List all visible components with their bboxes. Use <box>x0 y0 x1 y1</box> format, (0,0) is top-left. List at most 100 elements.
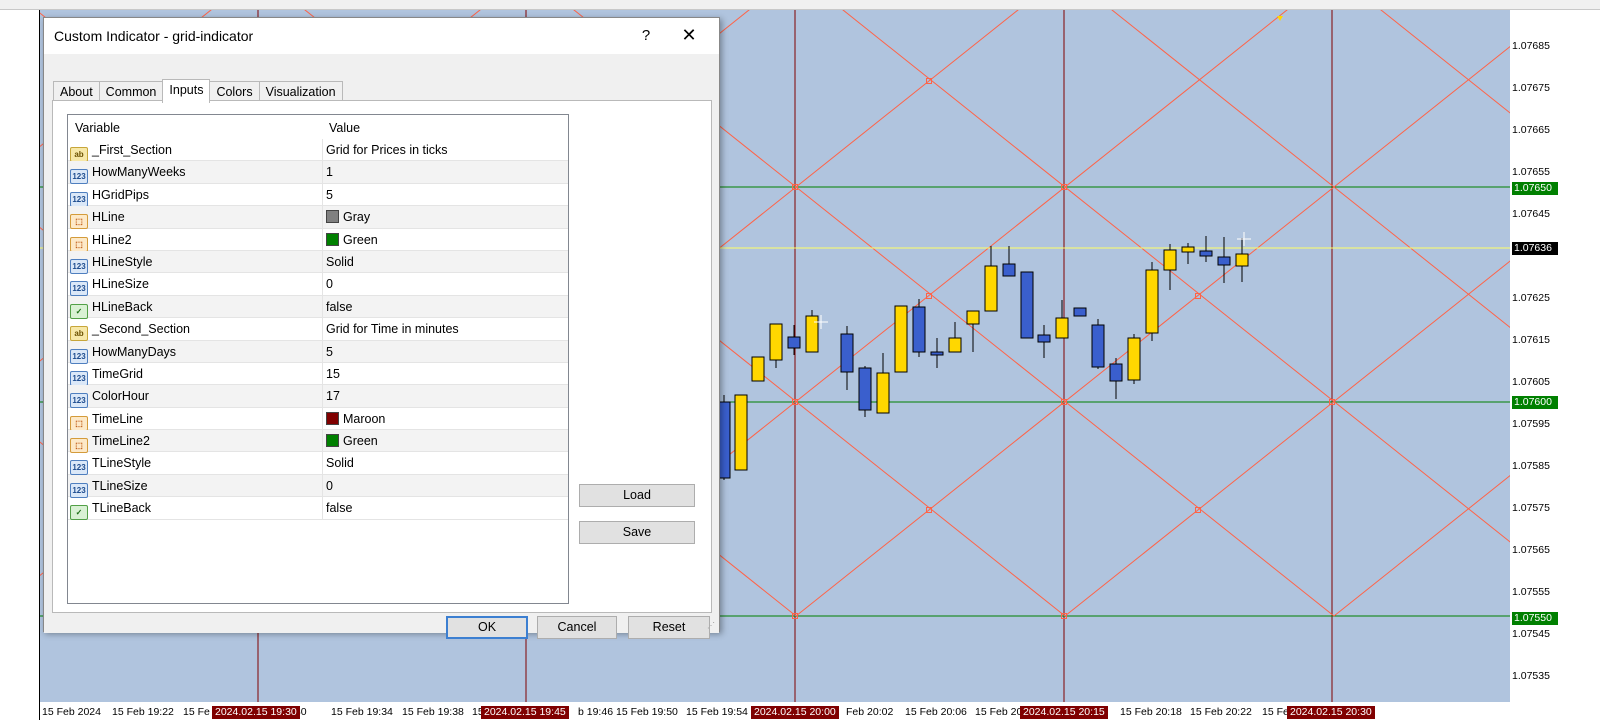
value-cell[interactable]: false <box>326 497 566 519</box>
help-button[interactable]: ? <box>634 24 658 48</box>
value-cell[interactable]: 5 <box>326 341 566 363</box>
time-label: Feb 20:02 <box>846 706 894 718</box>
dialog-titlebar[interactable]: Custom Indicator - grid-indicator ? ✕ <box>44 18 719 54</box>
table-row[interactable]: ⬚ HLine Gray <box>68 206 568 230</box>
time-tag: 2024.02.15 20:30 <box>1287 706 1375 719</box>
value-cell[interactable]: Grid for Prices in ticks <box>326 139 566 161</box>
integer-type-icon: 123 <box>70 258 88 274</box>
table-row[interactable]: ab _Second_Section Grid for Time in minute… <box>68 318 568 342</box>
variable-cell: 123 ColorHour <box>70 385 320 409</box>
table-row[interactable]: ⬚ HLine2 Green <box>68 228 568 252</box>
candle-up <box>1235 253 1249 267</box>
variable-cell: 123 TimeGrid <box>70 363 320 386</box>
value-cell[interactable]: Grid for Time in minutes <box>326 318 566 340</box>
price-label: 1.07575 <box>1512 502 1550 514</box>
table-row[interactable]: ⬚ TimeLine Maroon <box>68 407 568 431</box>
value-cell[interactable]: false <box>326 296 566 318</box>
value-cell[interactable]: 1 <box>326 161 566 183</box>
value-cell[interactable]: 0 <box>326 273 566 295</box>
price-label: 1.07675 <box>1512 82 1550 94</box>
table-row[interactable]: 123 HGridPips 5 <box>68 183 568 207</box>
candle-up <box>734 394 748 471</box>
table-row[interactable]: 123 HLineSize 0 <box>68 273 568 297</box>
value-cell[interactable]: Solid <box>326 452 566 474</box>
table-row[interactable]: 123 TimeGrid 15 <box>68 362 568 386</box>
column-separator <box>322 430 323 453</box>
value-cell[interactable]: 0 <box>326 475 566 497</box>
custom-indicator-dialog: Custom Indicator - grid-indicator ? ✕ Ab… <box>43 17 720 639</box>
tab-inputs[interactable]: Inputs <box>162 79 211 103</box>
candle-up <box>948 337 962 353</box>
column-separator <box>322 161 323 184</box>
column-header-variable[interactable]: Variable <box>68 115 120 139</box>
table-row[interactable]: ✓ HLineBack false <box>68 295 568 319</box>
tab-colors[interactable]: Colors <box>209 81 260 102</box>
table-row[interactable]: 123 TLineStyle Solid <box>68 452 568 476</box>
variable-cell: ab _Second_Section <box>70 318 320 342</box>
column-separator <box>322 295 323 318</box>
value-cell[interactable]: Solid <box>326 251 566 273</box>
inputs-panel: Variable Value ab _First_Section Grid for … <box>52 100 712 613</box>
price-label: 1.07615 <box>1512 334 1550 346</box>
value-text: 0 <box>326 277 333 292</box>
candle-down <box>1217 256 1231 266</box>
table-row[interactable]: 123 TLineSize 0 <box>68 474 568 498</box>
time-label: 15 Feb 19:38 <box>402 706 464 718</box>
variable-cell: 123 HowManyWeeks <box>70 161 320 185</box>
variable-name: HLineSize <box>92 277 149 292</box>
table-row[interactable]: 123 HowManyDays 5 <box>68 340 568 364</box>
price-label: 1.07595 <box>1512 418 1550 430</box>
table-row[interactable]: ✓ TLineBack false <box>68 497 568 521</box>
integer-type-icon: 123 <box>70 460 88 476</box>
value-cell[interactable]: Maroon <box>326 408 566 430</box>
column-separator <box>322 407 323 430</box>
color-swatch <box>326 210 339 224</box>
candle-up <box>769 323 783 361</box>
value-cell[interactable]: 5 <box>326 184 566 206</box>
tab-common[interactable]: Common <box>98 81 164 102</box>
value-cell[interactable]: Gray <box>326 206 566 228</box>
time-label: 15 Feb 19:34 <box>331 706 393 718</box>
load-button[interactable]: Load <box>579 484 695 507</box>
variable-cell: 123 TLineSize <box>70 475 320 498</box>
grid-header: Variable Value <box>68 115 568 139</box>
table-row[interactable]: 123 HLineStyle Solid <box>68 250 568 274</box>
tab-about[interactable]: About <box>53 81 100 102</box>
table-row[interactable]: ab _First_Section Grid for Prices in ticks <box>68 139 568 162</box>
column-separator <box>322 497 323 520</box>
table-row[interactable]: 123 ColorHour 17 <box>68 385 568 409</box>
value-text: 0 <box>326 478 333 493</box>
candle-up <box>805 315 819 353</box>
toolbar <box>0 0 1600 10</box>
price-label: 1.07645 <box>1512 208 1550 220</box>
value-cell[interactable]: Green <box>326 229 566 251</box>
value-cell[interactable]: Green <box>326 430 566 452</box>
price-tag: 1.07550 <box>1512 612 1558 625</box>
reset-button[interactable]: Reset <box>628 616 710 639</box>
string-type-icon: ab <box>70 147 88 162</box>
candle-up <box>1055 317 1069 339</box>
value-cell[interactable]: 17 <box>326 385 566 407</box>
table-row[interactable]: ⬚ TimeLine2 Green <box>68 430 568 454</box>
integer-type-icon: 123 <box>70 348 88 364</box>
variable-cell: ab _First_Section <box>70 139 320 162</box>
value-cell[interactable]: 15 <box>326 363 566 385</box>
tab-visualization[interactable]: Visualization <box>258 81 343 102</box>
candle-down <box>1002 263 1016 277</box>
column-header-value[interactable]: Value <box>322 115 360 139</box>
table-row[interactable]: 123 HowManyWeeks 1 <box>68 161 568 185</box>
variable-name: _First_Section <box>92 143 172 157</box>
value-text: Gray <box>343 210 371 225</box>
resize-grip-icon[interactable]: ⋰ <box>707 621 717 631</box>
candle-down <box>858 367 872 411</box>
price-tag: 1.07650 <box>1512 182 1558 195</box>
save-button[interactable]: Save <box>579 521 695 544</box>
close-icon[interactable]: ✕ <box>674 22 704 48</box>
value-text: Green <box>343 434 378 449</box>
time-label: 15 Feb 20:22 <box>1190 706 1252 718</box>
ok-button[interactable]: OK <box>446 616 528 639</box>
time-label: 15 Feb 20:06 <box>905 706 967 718</box>
right-edge <box>1562 10 1600 720</box>
cancel-button[interactable]: Cancel <box>537 616 617 639</box>
variable-name: TimeLine2 <box>92 434 150 449</box>
